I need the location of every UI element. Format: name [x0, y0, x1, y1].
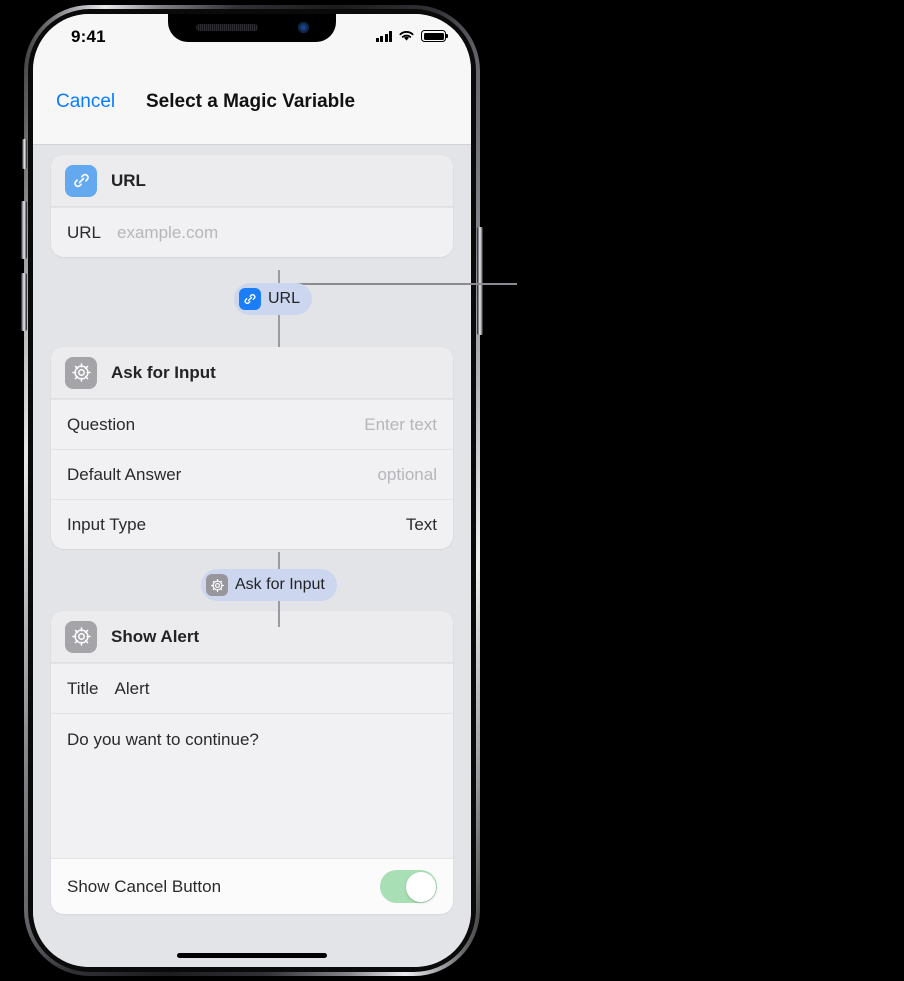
- action-header-ask-for-input[interactable]: Ask for Input: [51, 347, 453, 399]
- shortcut-action-list: URL URL example.com URL Ask for Input Qu…: [33, 145, 471, 967]
- field-label-question: Question: [67, 414, 136, 434]
- link-icon: [239, 288, 261, 310]
- gear-icon: [65, 356, 97, 389]
- power-button[interactable]: [477, 227, 483, 335]
- action-card-url[interactable]: URL URL example.com: [51, 155, 453, 257]
- volume-down-button[interactable]: [21, 273, 27, 331]
- wifi-icon: [399, 31, 414, 41]
- field-row-input-type[interactable]: Input Type Text: [51, 499, 453, 549]
- show-cancel-button-toggle[interactable]: [380, 870, 437, 903]
- earpiece-speaker: [196, 24, 258, 31]
- field-row-show-cancel-button[interactable]: Show Cancel Button: [51, 858, 453, 914]
- status-bar-time: 9:41: [71, 27, 106, 46]
- app-screen: 9:41 Cancel Select a Magic Variable URL …: [33, 14, 471, 967]
- callout-leader-line: [289, 283, 517, 285]
- action-title-show-alert: Show Alert: [111, 626, 200, 646]
- device-screen-bezel: 9:41 Cancel Select a Magic Variable URL …: [33, 14, 471, 967]
- link-icon: [65, 164, 97, 197]
- connector-line-ask-bottom: [278, 601, 280, 627]
- magic-variable-pill-ask-for-input[interactable]: Ask for Input: [201, 569, 337, 601]
- field-row-url[interactable]: URL example.com: [51, 207, 453, 257]
- volume-up-button[interactable]: [21, 201, 27, 259]
- page-title: Select a Magic Variable: [146, 91, 356, 112]
- action-header-url[interactable]: URL: [51, 155, 453, 207]
- field-label-alert-title: Title: [67, 678, 99, 698]
- gear-icon: [65, 620, 97, 653]
- field-value-input-type: Text: [405, 514, 437, 534]
- alert-message-textarea[interactable]: Do you want to continue?: [51, 713, 453, 858]
- front-camera-icon: [298, 22, 309, 33]
- navigation-bar: Cancel Select a Magic Variable: [33, 61, 471, 145]
- action-title-url: URL: [111, 170, 146, 190]
- action-title-ask-for-input: Ask for Input: [111, 362, 216, 382]
- home-indicator[interactable]: [177, 953, 327, 958]
- cellular-signal-icon: [375, 31, 392, 42]
- field-row-question[interactable]: Question Enter text: [51, 399, 453, 449]
- field-placeholder-default-answer: optional: [377, 464, 437, 484]
- magic-variable-label-ask-for-input: Ask for Input: [235, 576, 325, 593]
- toggle-knob: [405, 871, 436, 902]
- gear-icon: [206, 574, 228, 596]
- magic-variable-pill-url[interactable]: URL: [234, 283, 313, 315]
- action-header-show-alert[interactable]: Show Alert: [51, 611, 453, 663]
- field-row-default-answer[interactable]: Default Answer optional: [51, 449, 453, 499]
- field-label-input-type: Input Type: [67, 514, 147, 534]
- action-card-ask-for-input[interactable]: Ask for Input Question Enter text Defaul…: [51, 347, 453, 549]
- device-notch: [168, 14, 336, 42]
- action-card-show-alert[interactable]: Show Alert Title Alert Do you want to co…: [51, 611, 453, 914]
- iphone-device-frame: 9:41 Cancel Select a Magic Variable URL …: [21, 5, 483, 976]
- silent-switch-button[interactable]: [22, 139, 27, 169]
- field-value-alert-title: Alert: [114, 678, 150, 698]
- field-placeholder-url: example.com: [117, 222, 219, 242]
- field-label-show-cancel-button: Show Cancel Button: [67, 876, 222, 896]
- magic-variable-label-url: URL: [268, 290, 301, 307]
- field-label-url: URL: [67, 222, 102, 242]
- battery-full-icon: [421, 30, 449, 42]
- cancel-button[interactable]: Cancel: [56, 91, 115, 113]
- connector-line-url-bottom: [278, 315, 280, 347]
- field-label-default-answer: Default Answer: [67, 464, 182, 484]
- field-row-alert-title[interactable]: Title Alert: [51, 663, 453, 713]
- status-bar-icons: [375, 28, 449, 42]
- field-placeholder-question: Enter text: [364, 414, 437, 434]
